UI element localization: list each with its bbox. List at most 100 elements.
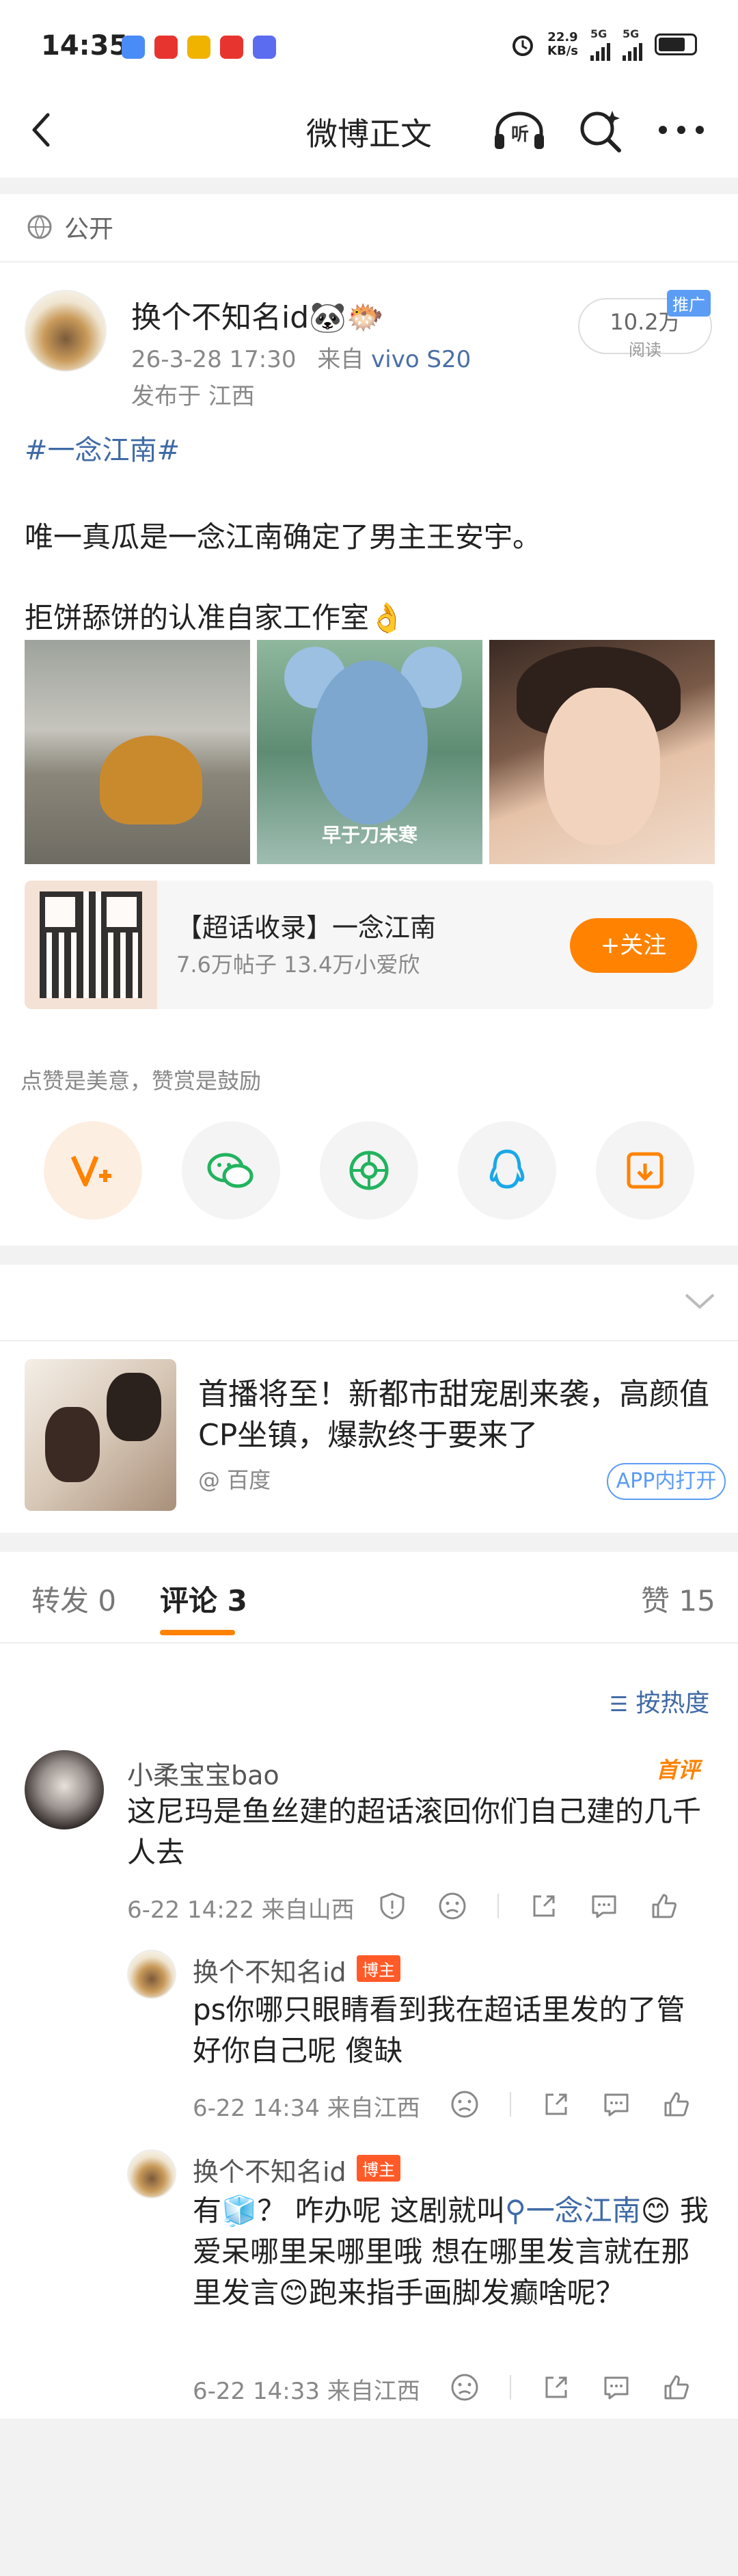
- sort-toggle[interactable]: ☰ 按热度: [610, 1683, 709, 1719]
- first-comment-badge: 首评: [656, 1757, 700, 1783]
- post-meta: 26-3-28 17:30 来自 vivo S20: [131, 340, 471, 374]
- section-gap: [0, 1246, 738, 1265]
- tab-likes[interactable]: 赞 15: [641, 1578, 715, 1620]
- network-speed: 22.9 KB/s: [547, 29, 578, 58]
- vivo-notification-icon: [253, 36, 276, 59]
- commenter-avatar[interactable]: [127, 1950, 176, 1999]
- visibility-label: 公开: [64, 215, 114, 243]
- share-icon[interactable]: [541, 2089, 571, 2119]
- section-gap: [0, 1533, 738, 1552]
- divider: [510, 2092, 511, 2117]
- notification-app-icon: [122, 36, 145, 59]
- comment-text: 这尼玛是鱼丝建的超话滚回你们自己建的几千人去: [127, 1795, 702, 1869]
- tab-repost[interactable]: 转发 0: [31, 1578, 116, 1620]
- comment-icon[interactable]: [589, 1891, 619, 1921]
- sim1-label: 5G: [590, 27, 607, 40]
- signal-icon: [590, 40, 610, 61]
- sort-icon: ☰: [610, 1693, 628, 1717]
- sim2-label: 5G: [623, 27, 640, 40]
- ad-source: @ 百度: [198, 1467, 271, 1493]
- comment-actions: [377, 1891, 679, 1921]
- reward-button[interactable]: [44, 1121, 142, 1220]
- moments-icon: [349, 1151, 389, 1190]
- post-text: 拒饼舔饼的认准自家工作室👌: [25, 601, 405, 634]
- commenter-name[interactable]: 小柔宝宝bao: [127, 1754, 279, 1792]
- post-device[interactable]: vivo S20: [371, 346, 471, 373]
- chevron-down-icon[interactable]: [683, 1291, 716, 1311]
- active-tab-indicator: [160, 1630, 235, 1635]
- listen-label: 听: [511, 124, 530, 145]
- share-icon[interactable]: [541, 2372, 571, 2402]
- commenter-name[interactable]: 换个不知名id: [193, 2151, 346, 2188]
- promo-badge[interactable]: 推广: [667, 290, 711, 317]
- comment-text-part: 有🧊？ 咋办呢 这剧就叫: [193, 2194, 505, 2227]
- author-name[interactable]: 换个不知名id🐼🐡: [131, 293, 384, 336]
- like-icon[interactable]: [649, 1891, 679, 1921]
- section-gap: [0, 178, 738, 194]
- comment-actions: [450, 2089, 692, 2119]
- save-image-icon: [627, 1152, 664, 1189]
- dislike-face-icon[interactable]: [437, 1891, 467, 1921]
- post-topic[interactable]: #一念江南#: [25, 428, 180, 468]
- signal-icon: [623, 40, 642, 61]
- listen-button[interactable]: 听: [491, 108, 548, 152]
- share-moments-button[interactable]: [320, 1121, 418, 1220]
- report-icon[interactable]: [377, 1891, 407, 1921]
- author-badge: 博主: [357, 2155, 400, 2182]
- search-spark-icon[interactable]: [577, 107, 625, 155]
- source-prefix: 来自: [317, 346, 364, 373]
- commenter-avatar[interactable]: [25, 1750, 104, 1829]
- tab-comments[interactable]: 评论 3: [160, 1578, 247, 1620]
- share-qq-button[interactable]: [458, 1121, 556, 1220]
- divider: [510, 2375, 511, 2400]
- notification-app-icon: [220, 36, 243, 59]
- ad-image[interactable]: [25, 1359, 176, 1511]
- commenter-avatar[interactable]: [127, 2149, 176, 2199]
- dislike-face-icon[interactable]: [450, 2089, 480, 2119]
- follow-button[interactable]: +关注: [570, 918, 697, 973]
- reward-tip: 点赞是美意，赞赏是鼓励: [20, 1068, 262, 1094]
- comment-text: ps你哪只眼睛看到我在超话里发的了管好你自己呢 傻缺: [193, 1993, 685, 2067]
- share-wechat-button[interactable]: [182, 1121, 280, 1220]
- read-label: 阅读: [629, 340, 661, 360]
- like-icon[interactable]: [661, 2372, 692, 2402]
- status-right-group: 22.9 KB/s 5G 5G: [510, 27, 697, 61]
- supertopic-stats: 7.6万帖子 13.4万小爱欣: [176, 952, 420, 978]
- weibo-notification-icon: [187, 36, 210, 59]
- post-image[interactable]: [489, 640, 715, 864]
- supertopic-title: 【超话收录】一念江南: [176, 913, 437, 943]
- page-title: 微博正文: [306, 116, 432, 152]
- dislike-face-icon[interactable]: [450, 2372, 480, 2402]
- post-location: 发布于 江西: [131, 383, 255, 410]
- like-icon[interactable]: [661, 2089, 692, 2119]
- alarm-icon: [512, 35, 534, 56]
- comment-meta: 6-22 14:33 来自江西: [193, 2378, 420, 2405]
- more-icon[interactable]: [656, 122, 707, 138]
- ad-text[interactable]: 首播将至！新都市甜宠剧来袭，高颜值CP坐镇，爆款终于要来了: [198, 1374, 724, 1456]
- qq-icon: [489, 1149, 525, 1189]
- notification-app-icon: [154, 36, 178, 59]
- post-image[interactable]: 早于刀未寒: [257, 640, 482, 864]
- comment-meta: 6-22 14:34 来自江西: [193, 2095, 420, 2122]
- open-in-app-button[interactable]: APP内打开: [607, 1463, 726, 1500]
- image-caption: 早于刀未寒: [321, 824, 418, 846]
- share-icon[interactable]: [529, 1891, 559, 1921]
- sort-label: 按热度: [636, 1689, 710, 1717]
- comment-meta: 6-22 14:22 来自山西: [127, 1896, 355, 1924]
- save-image-button[interactable]: [596, 1121, 694, 1220]
- topic-link[interactable]: ⚲一念江南: [505, 2194, 641, 2227]
- commenter-name[interactable]: 换个不知名id: [193, 1951, 346, 1989]
- search-icon: ⚲: [505, 2194, 526, 2227]
- post-time: 26-3-28 17:30: [131, 346, 297, 373]
- post-image[interactable]: [25, 640, 250, 864]
- author-avatar[interactable]: [25, 290, 107, 372]
- globe-icon: [27, 215, 52, 239]
- battery-icon: [655, 33, 697, 55]
- comment-actions: [450, 2372, 692, 2402]
- comment-icon[interactable]: [601, 2372, 631, 2402]
- post-text: 唯一真瓜是一念江南确定了男主王安宇。: [25, 520, 542, 554]
- reward-v-icon: [70, 1155, 111, 1187]
- supertopic-qr-image: [25, 881, 157, 1009]
- divider: [497, 1894, 499, 1918]
- comment-icon[interactable]: [601, 2089, 631, 2119]
